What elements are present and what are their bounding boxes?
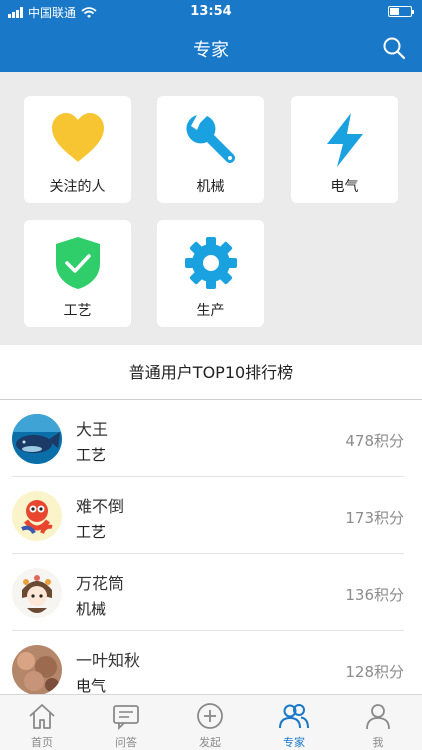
app-header: 中国联通 13:54 专家: [0, 0, 422, 72]
page-title: 专家: [193, 40, 229, 61]
tab-create[interactable]: 发起: [168, 695, 252, 750]
avatar: [12, 568, 62, 618]
user-name: 万花筒: [76, 574, 125, 593]
category-label: 关注的人: [49, 179, 106, 195]
tab-label: 发起: [199, 736, 221, 749]
user-category: 工艺: [76, 446, 107, 464]
user-category: 工艺: [76, 523, 107, 541]
status-time: 13:54: [190, 4, 232, 19]
category-production[interactable]: 生产: [157, 220, 264, 327]
wrench-icon: [185, 115, 235, 163]
tab-experts[interactable]: 专家: [252, 695, 336, 750]
user-score: 173积分: [345, 509, 404, 527]
home-icon: [29, 704, 55, 729]
ranking-list: 大王 工艺 478积分 难不倒 工艺 173积分 万花筒 机械 136积分 一叶…: [0, 400, 422, 694]
list-item[interactable]: 大王 工艺 478积分: [0, 400, 422, 477]
category-follow[interactable]: 关注的人: [24, 96, 131, 203]
category-mechanical[interactable]: 机械: [157, 96, 264, 203]
tab-label: 首页: [31, 736, 53, 749]
avatar: [12, 414, 62, 464]
category-electrical[interactable]: 电气: [291, 96, 398, 203]
category-label: 生产: [196, 303, 225, 319]
tab-label: 专家: [283, 736, 305, 749]
user-name: 难不倒: [76, 497, 125, 516]
user-score: 478积分: [345, 432, 404, 450]
tab-bar: 首页 问答 发起 专家 我: [0, 694, 422, 750]
user-category: 机械: [76, 600, 107, 618]
user-score: 136积分: [345, 586, 404, 604]
chat-icon: [113, 705, 139, 731]
battery-icon: [388, 6, 414, 17]
user-icon: [366, 704, 390, 730]
list-item[interactable]: 一叶知秋 电气 128积分: [0, 631, 422, 694]
tab-home[interactable]: 首页: [0, 695, 84, 750]
user-score: 128积分: [345, 663, 404, 681]
category-label: 工艺: [63, 303, 92, 319]
avatar: [12, 645, 62, 694]
ranking-title: 普通用户TOP10排行榜: [0, 345, 422, 400]
lightning-icon: [326, 113, 363, 167]
user-name: 大王: [76, 420, 109, 439]
list-item[interactable]: 万花筒 机械 136积分: [0, 554, 422, 631]
tab-label: 问答: [115, 736, 137, 749]
tab-label: 我: [372, 736, 384, 749]
avatar: [12, 491, 62, 541]
user-name: 一叶知秋: [76, 651, 141, 670]
search-icon[interactable]: [382, 36, 406, 60]
gear-icon: [184, 237, 237, 289]
category-label: 机械: [196, 179, 225, 195]
category-label: 电气: [330, 179, 359, 195]
status-bar: 中国联通 13:54: [0, 0, 422, 24]
tab-qa[interactable]: 问答: [84, 695, 168, 750]
list-item[interactable]: 难不倒 工艺 173积分: [0, 477, 422, 554]
heart-icon: [51, 113, 104, 162]
shield-check-icon: [55, 237, 100, 289]
experts-icon: [279, 704, 309, 729]
user-category: 电气: [76, 677, 107, 694]
tab-me[interactable]: 我: [336, 695, 420, 750]
category-grid: 关注的人 机械 电气 工艺 生产: [0, 72, 422, 345]
category-process[interactable]: 工艺: [24, 220, 131, 327]
plus-circle-icon: [197, 703, 223, 729]
